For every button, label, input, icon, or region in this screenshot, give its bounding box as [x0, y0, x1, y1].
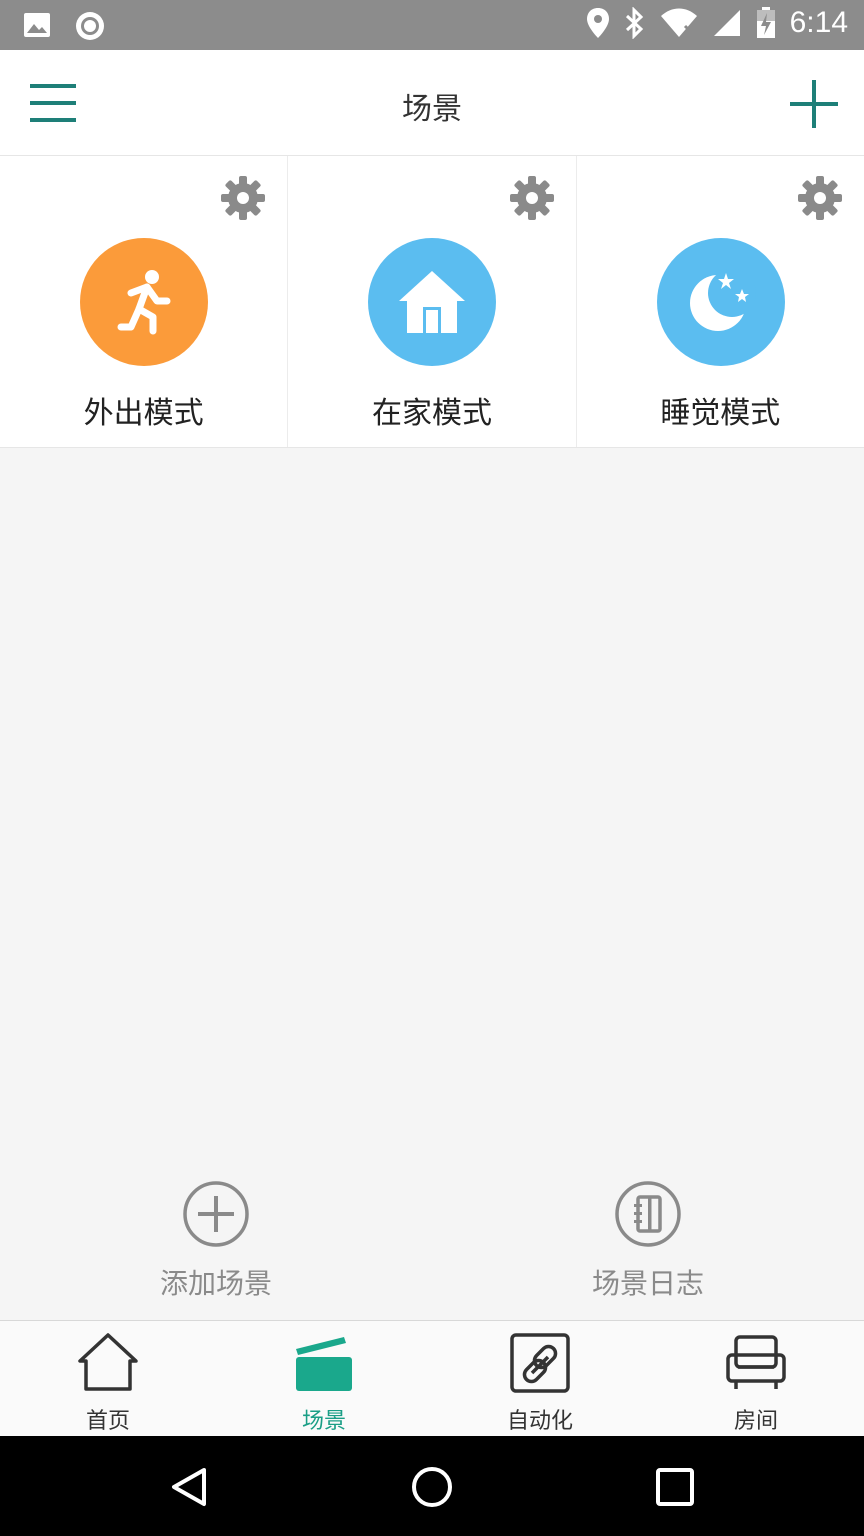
- scene-label: 在家模式: [371, 396, 492, 431]
- scene-log-label: 场景日志: [591, 1267, 704, 1300]
- image-notification-icon: [24, 13, 50, 37]
- wifi-icon: [660, 8, 697, 37]
- page-title: 场景: [402, 92, 462, 127]
- clapperboard-icon: [296, 1337, 352, 1391]
- record-notification-icon: [76, 12, 104, 40]
- location-icon: [586, 8, 609, 38]
- moon-stars-icon[interactable]: [656, 238, 785, 366]
- sofa-icon: [726, 1335, 786, 1389]
- scene-card-sleep[interactable]: 睡觉模式: [577, 156, 864, 447]
- scene-card-away[interactable]: 外出模式: [0, 156, 289, 447]
- add-circle-icon: [183, 1181, 249, 1247]
- gear-icon[interactable]: [219, 174, 267, 222]
- scene-label: 睡觉模式: [660, 396, 781, 431]
- plus-icon: [790, 80, 838, 128]
- gear-icon[interactable]: [796, 174, 844, 222]
- back-icon[interactable]: [166, 1464, 212, 1510]
- house-icon: [78, 1333, 138, 1391]
- home-icon[interactable]: [368, 238, 497, 366]
- tab-label: 首页: [85, 1409, 130, 1434]
- tab-rooms[interactable]: 房间: [648, 1321, 864, 1436]
- scene-log-action[interactable]: 场景日志: [528, 1180, 768, 1302]
- bottom-tab-bar: 首页 场景 自动化 房间: [0, 1320, 864, 1436]
- tab-label: 场景: [301, 1409, 346, 1434]
- clock: 6:14: [789, 6, 848, 39]
- tab-label: 房间: [733, 1409, 778, 1434]
- running-person-icon[interactable]: [80, 238, 208, 366]
- app-bar: 场景: [0, 50, 864, 156]
- tab-home[interactable]: 首页: [0, 1321, 216, 1436]
- scene-label: 外出模式: [83, 396, 204, 431]
- tab-scene[interactable]: 场景: [216, 1321, 432, 1436]
- tab-automation[interactable]: 自动化: [432, 1321, 648, 1436]
- link-icon: [510, 1333, 570, 1393]
- status-bar: 6:14: [0, 0, 864, 50]
- add-scene-action[interactable]: 添加场景: [96, 1180, 336, 1302]
- tab-label: 自动化: [506, 1409, 573, 1434]
- add-button[interactable]: [786, 76, 842, 132]
- signal-icon: [713, 10, 740, 36]
- gear-icon[interactable]: [508, 174, 556, 222]
- home-nav-icon[interactable]: [409, 1464, 455, 1510]
- add-scene-label: 添加场景: [159, 1267, 272, 1300]
- battery-icon: [756, 7, 775, 38]
- log-book-icon: [615, 1181, 681, 1247]
- system-nav-bar: [0, 1436, 864, 1536]
- bluetooth-icon: [625, 7, 643, 39]
- scene-grid: 外出模式 在家模式 睡觉模式: [0, 156, 864, 448]
- scene-card-home[interactable]: 在家模式: [288, 156, 577, 447]
- recents-icon[interactable]: [652, 1464, 698, 1510]
